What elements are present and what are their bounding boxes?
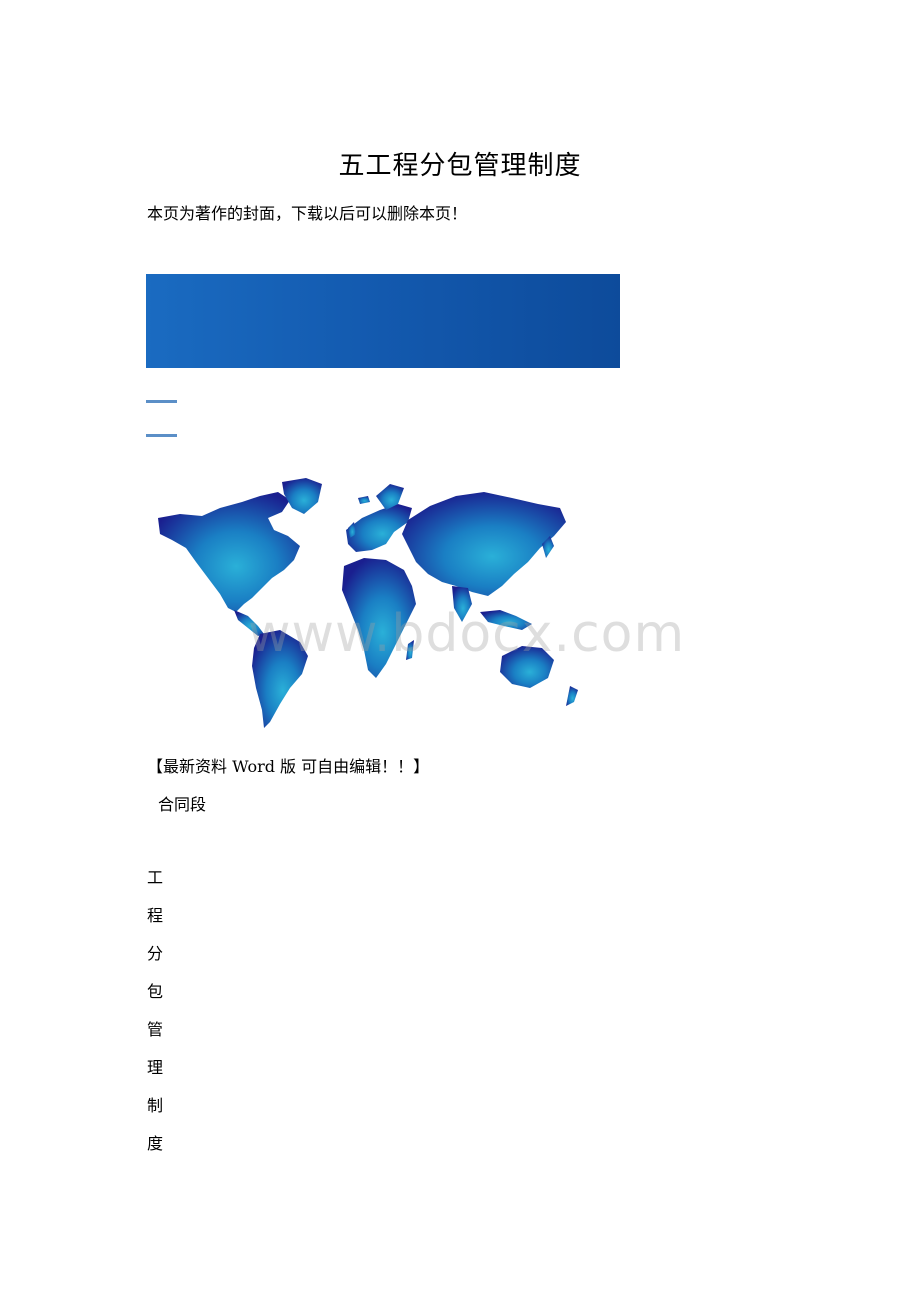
cover-note: 本页为著作的封面，下载以后可以删除本页！ — [147, 204, 468, 223]
contract-section-label: 合同段 — [158, 795, 207, 814]
iceland-shape — [358, 496, 370, 504]
vertical-title-char: 度 — [147, 1134, 164, 1153]
vertical-title-char: 包 — [147, 982, 164, 1001]
vertical-title-char: 程 — [147, 906, 164, 925]
accent-line-bottom — [146, 434, 177, 437]
vertical-title-char: 工 — [147, 868, 164, 887]
accent-line-top — [146, 400, 177, 403]
vertical-title-char: 分 — [147, 944, 164, 963]
vertical-title: 工 程 分 包 管 理 制 度 — [147, 866, 167, 1170]
document-title: 五工程分包管理制度 — [338, 151, 582, 181]
north-america-shape — [158, 492, 300, 612]
europe-shape — [346, 504, 412, 552]
greenland-shape — [282, 478, 322, 514]
vertical-title-char: 制 — [147, 1096, 164, 1115]
asia-shape — [402, 492, 566, 596]
watermark-text: www.bdocx.com — [248, 604, 686, 664]
new-zealand-shape — [566, 686, 578, 706]
vertical-title-char: 管 — [147, 1020, 164, 1039]
edit-note: 【最新资料 Word 版 可自由编辑！！】 — [147, 757, 430, 776]
vertical-title-char: 理 — [147, 1058, 164, 1077]
blue-banner — [146, 274, 620, 368]
